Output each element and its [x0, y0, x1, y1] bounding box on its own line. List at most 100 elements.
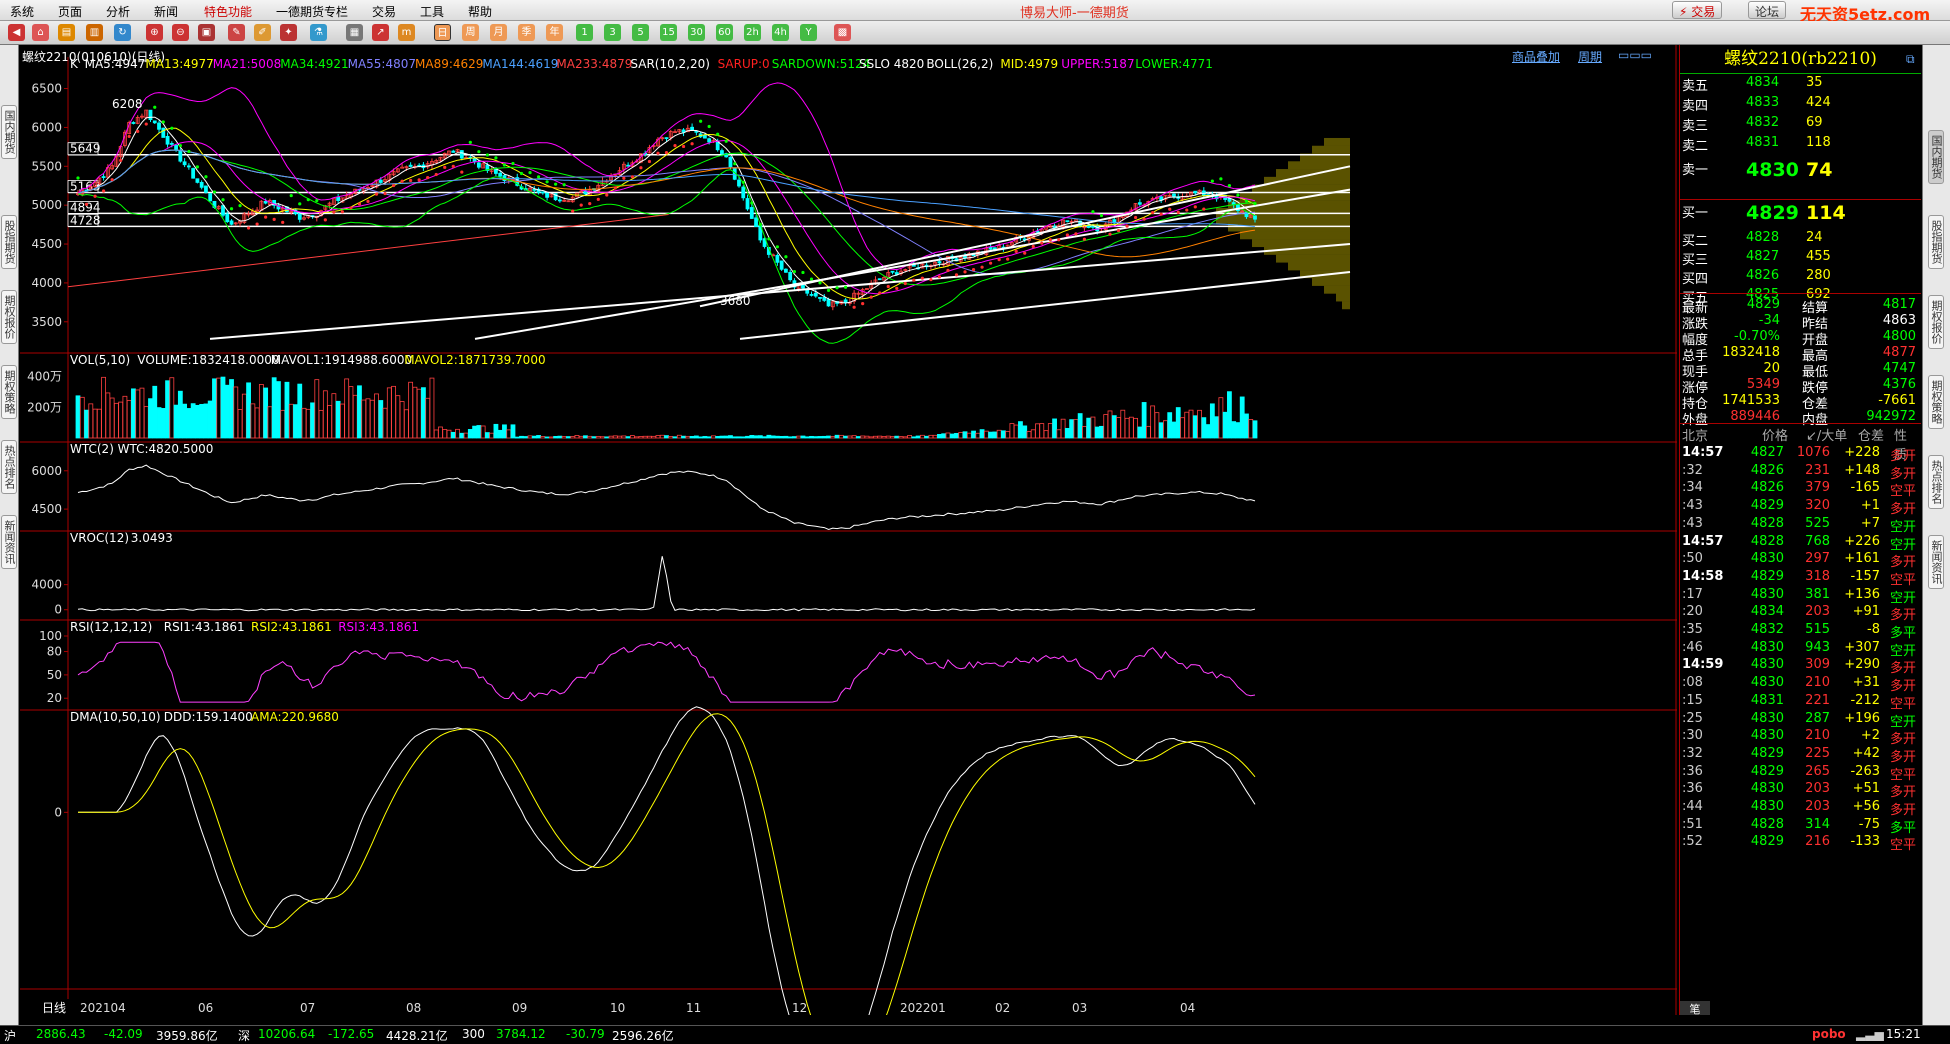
- expand-icon[interactable]: ⧉: [1906, 52, 1915, 67]
- period-day-icon[interactable]: 日: [434, 24, 451, 41]
- tick-row[interactable]: :34 4826 379 -165 空平: [1682, 480, 1918, 500]
- bid-volume: 455: [1806, 249, 1831, 264]
- period-min-icon[interactable]: m: [398, 24, 415, 41]
- period-custom-icon[interactable]: Y: [800, 24, 817, 41]
- tick-nature: 多开: [1889, 449, 1916, 464]
- period-30min-icon[interactable]: 30: [688, 24, 705, 41]
- candle-body: [779, 260, 784, 270]
- left-tab-strategy[interactable]: 期权策略: [1, 365, 17, 419]
- tick-row[interactable]: :51 4828 314 -75 多平: [1682, 817, 1918, 836]
- volume-bar: [1175, 407, 1181, 439]
- ask-row[interactable]: 卖一 4830 74: [1682, 159, 1918, 183]
- ask-row[interactable]: 卖三 4832 69: [1682, 115, 1918, 135]
- menu-system[interactable]: 系统: [10, 3, 34, 20]
- right-tab-options[interactable]: 期权报价: [1928, 295, 1944, 349]
- tick-row[interactable]: :52 4829 216 -133 空平: [1682, 834, 1918, 853]
- menu-news[interactable]: 新闻: [154, 3, 178, 20]
- tick-row[interactable]: :35 4832 515 -8 多平: [1682, 622, 1918, 641]
- tick-row[interactable]: :36 4829 265 -263 空平: [1682, 764, 1918, 783]
- menu-analysis[interactable]: 分析: [106, 3, 130, 20]
- calculator-icon[interactable]: ▩: [834, 24, 851, 41]
- tick-row[interactable]: :32 4829 225 +42 多开: [1682, 746, 1918, 765]
- left-tab-index[interactable]: 股指期货: [1, 215, 17, 269]
- right-tab-domestic[interactable]: 国内期货: [1928, 130, 1944, 184]
- menu-tools[interactable]: 工具: [420, 3, 444, 20]
- tick-row[interactable]: 14:59 4830 309 +290 多开: [1682, 657, 1918, 676]
- home-icon[interactable]: ⌂: [32, 24, 49, 41]
- forum-button[interactable]: 论坛: [1748, 1, 1787, 19]
- tick-row[interactable]: :46 4830 943 +307 空开: [1682, 640, 1918, 659]
- tick-tab[interactable]: 笔: [1680, 1001, 1710, 1016]
- period-15min-icon[interactable]: 15: [660, 24, 677, 41]
- tick-row[interactable]: :32 4826 231 +148 多开: [1682, 463, 1918, 482]
- zoom-out-icon[interactable]: ⊖: [172, 24, 189, 41]
- menu-page[interactable]: 页面: [58, 3, 82, 20]
- zoom-in-icon[interactable]: ⊕: [146, 24, 163, 41]
- ask-row[interactable]: 卖二 4831 118: [1682, 135, 1918, 155]
- right-tab-index[interactable]: 股指期货: [1928, 215, 1944, 269]
- brush-icon[interactable]: ✦: [280, 24, 297, 41]
- tick-row[interactable]: 14:57 4828 768 +226 空开: [1682, 534, 1918, 553]
- tick-row[interactable]: :25 4830 287 +196 空开: [1682, 711, 1918, 730]
- table-icon[interactable]: ▦: [346, 24, 363, 41]
- volume-bar: [489, 432, 495, 439]
- bid-row[interactable]: 买二 4828 24: [1682, 230, 1918, 249]
- period-2h-icon[interactable]: 2h: [744, 24, 761, 41]
- tick-row[interactable]: 14:58 4829 318 -157 空平: [1682, 569, 1918, 588]
- right-tab-hot[interactable]: 热点排名: [1928, 455, 1944, 509]
- bid-row[interactable]: 买四 4826 280: [1682, 268, 1918, 287]
- ask-row[interactable]: 卖四 4833 424: [1682, 95, 1918, 115]
- chart-icon[interactable]: ↗: [372, 24, 389, 41]
- refresh-icon[interactable]: ↻: [114, 24, 131, 41]
- period-4h-icon[interactable]: 4h: [772, 24, 789, 41]
- back-icon[interactable]: ◀: [8, 24, 25, 41]
- tick-row[interactable]: :50 4830 297 +161 多开: [1682, 551, 1918, 570]
- tick-row[interactable]: :43 4829 320 +1 多开: [1682, 498, 1918, 517]
- pen-icon[interactable]: ✎: [228, 24, 245, 41]
- period-60min-icon[interactable]: 60: [716, 24, 733, 41]
- folder-icon[interactable]: ▤: [58, 24, 75, 41]
- window-icon[interactable]: ▣: [198, 24, 215, 41]
- bid-row[interactable]: 买三 4827 455: [1682, 249, 1918, 268]
- left-tab-hot[interactable]: 热点排名: [1, 440, 17, 494]
- tick-row[interactable]: :36 4830 203 +51 多开: [1682, 781, 1918, 800]
- tick-row[interactable]: :15 4831 221 -212 空平: [1682, 693, 1918, 712]
- volume-bar: [723, 435, 729, 439]
- left-tab-domestic[interactable]: 国内期货: [1, 105, 17, 159]
- tick-row[interactable]: :43 4828 525 +7 空开: [1682, 516, 1918, 535]
- book-icon[interactable]: ▥: [86, 24, 103, 41]
- right-tab-news[interactable]: 新闻资讯: [1928, 535, 1944, 589]
- tick-row[interactable]: :17 4830 381 +136 空开: [1682, 587, 1918, 606]
- bid-row[interactable]: 买一 4829 114: [1682, 202, 1918, 226]
- volume-bar: [954, 432, 959, 439]
- period-1min-icon[interactable]: 1: [576, 24, 593, 41]
- tick-row[interactable]: :44 4830 203 +56 多开: [1682, 799, 1918, 818]
- menu-help[interactable]: 帮助: [468, 3, 492, 20]
- candle-body: [169, 142, 174, 145]
- period-month-icon[interactable]: 月: [490, 24, 507, 41]
- sar-dot: [460, 170, 464, 174]
- menu-yide-column[interactable]: 一德期货专栏: [276, 3, 348, 20]
- tick-row[interactable]: :30 4830 210 +2 多开: [1682, 728, 1918, 747]
- period-week-icon[interactable]: 周: [462, 24, 479, 41]
- left-tab-options[interactable]: 期权报价: [1, 290, 17, 344]
- volume-bar: [284, 381, 290, 439]
- period-season-icon[interactable]: 季: [518, 24, 535, 41]
- tick-row[interactable]: 14:57 4827 1076 +228 多开: [1682, 445, 1918, 464]
- menu-trade[interactable]: 交易: [372, 3, 396, 20]
- period-year-icon[interactable]: 年: [546, 24, 563, 41]
- volume-bar: [638, 436, 644, 439]
- draw-icon[interactable]: ✐: [254, 24, 271, 41]
- trade-button[interactable]: ⚡ 交易: [1672, 1, 1723, 19]
- filter-icon[interactable]: ⚗: [310, 24, 327, 41]
- menu-special[interactable]: 特色功能: [204, 3, 252, 20]
- period-5min-icon[interactable]: 5: [632, 24, 649, 41]
- tick-row[interactable]: :20 4834 203 +91 多开: [1682, 604, 1918, 623]
- chart-area[interactable]: 螺纹2210(010610)(日线) 商品叠加 周期 ▭▭▭ K MA5:4947…: [20, 45, 1677, 1015]
- period-3min-icon[interactable]: 3: [604, 24, 621, 41]
- tick-nature: 空平: [1889, 484, 1916, 500]
- tick-row[interactable]: :08 4830 210 +31 多开: [1682, 675, 1918, 694]
- left-tab-news[interactable]: 新闻资讯: [1, 515, 17, 569]
- ask-row[interactable]: 卖五 4834 35: [1682, 75, 1918, 95]
- right-tab-strategy[interactable]: 期权策略: [1928, 375, 1944, 429]
